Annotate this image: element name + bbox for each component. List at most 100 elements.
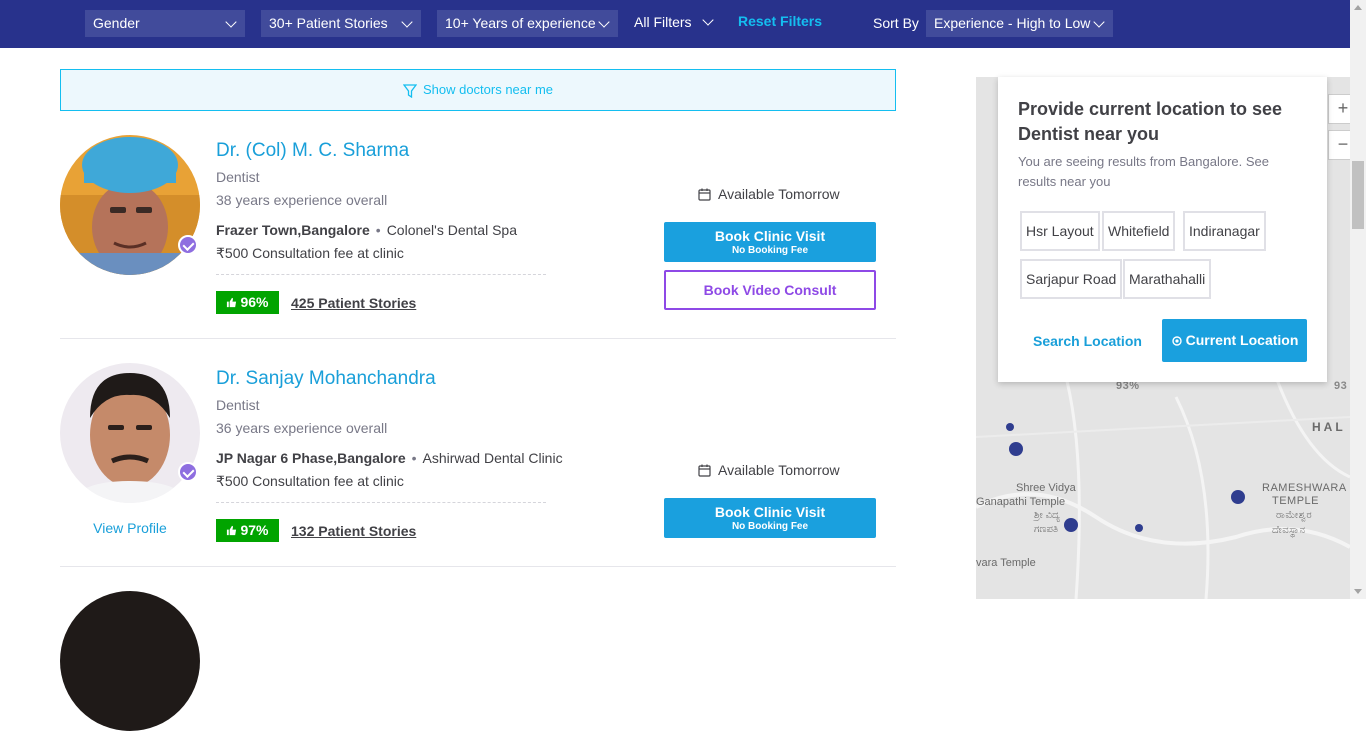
verified-badge-icon (178, 462, 198, 482)
doctor-photo[interactable] (60, 591, 200, 731)
availability: Available Tomorrow (698, 462, 840, 478)
map-place-label: ದೇವಸ್ಥಾನ (1272, 525, 1306, 536)
doctor-experience: 36 years experience overall (216, 420, 388, 436)
zoom-in-button[interactable]: + (1328, 94, 1350, 124)
patient-stories-filter-label: 30+ Patient Stories (269, 15, 388, 31)
rating-value: 97% (240, 522, 269, 538)
all-filters-button[interactable]: All Filters (634, 10, 714, 37)
map-marker-icon[interactable] (1006, 423, 1014, 431)
scroll-up-icon[interactable] (1354, 5, 1362, 10)
book-clinic-visit-button[interactable]: Book Clinic Visit No Booking Fee (664, 498, 876, 538)
map-place-label: Ganapathi Temple (976, 496, 1066, 508)
book-clinic-visit-label: Book Clinic Visit (714, 504, 826, 520)
location-popup-subtitle: You are seeing results from Bangalore. S… (1018, 154, 1270, 189)
map-place-label: vara Temple (976, 557, 1036, 569)
divider (216, 502, 546, 503)
show-doctors-near-me-button[interactable]: Show doctors near me (60, 69, 896, 111)
scroll-down-icon[interactable] (1354, 589, 1362, 594)
current-location-button[interactable]: Current Location (1162, 319, 1307, 362)
map-marker-icon[interactable] (1009, 442, 1023, 456)
patient-stories-link[interactable]: 425 Patient Stories (291, 295, 416, 311)
doctor-card: Dr. (Col) M. C. Sharma Dentist 38 years … (60, 120, 896, 339)
map-area-label: HAL (1312, 420, 1346, 434)
experience-filter-label: 10+ Years of experience (445, 15, 596, 31)
all-filters-label: All Filters (634, 14, 692, 30)
map-place-label: ರಾಮೇಶ್ವರ (1276, 510, 1313, 521)
rating-badge: 96% (216, 291, 279, 314)
filter-icon (402, 83, 418, 98)
rating-badge: 97% (216, 519, 279, 542)
chevron-down-icon (1093, 16, 1105, 28)
patient-stories-filter[interactable]: 30+ Patient Stories (261, 10, 421, 37)
map-marker-icon[interactable] (1064, 518, 1078, 532)
reset-filters-link[interactable]: Reset Filters (738, 13, 822, 29)
zoom-out-button[interactable]: − (1328, 130, 1350, 160)
filter-bar: Gender 30+ Patient Stories 10+ Years of … (0, 0, 1350, 48)
chevron-down-icon (702, 14, 714, 26)
doctor-location: Frazer Town,Bangalore • Colonel's Dental S… (216, 222, 517, 238)
location-chip-sarjapur-road[interactable]: Sarjapur Road (1020, 259, 1123, 299)
doctor-locality[interactable]: JP Nagar 6 Phase,Bangalore (216, 450, 406, 466)
location-chip-marathahalli[interactable]: Marathahalli (1123, 259, 1212, 299)
near-me-label: Show doctors near me (422, 82, 554, 97)
availability-text: Available Tomorrow (718, 186, 840, 202)
search-location-link[interactable]: Search Location (1033, 333, 1142, 349)
divider (216, 274, 546, 275)
thumbs-up-icon (227, 297, 237, 308)
availability: Available Tomorrow (698, 186, 840, 202)
location-chip-indiranagar[interactable]: Indiranagar (1183, 211, 1266, 251)
doctor-experience: 38 years experience overall (216, 192, 388, 208)
patient-stories-link[interactable]: 132 Patient Stories (291, 523, 416, 539)
map-place-label: ಗಣಪತಿ (1034, 524, 1059, 535)
gender-filter-label: Gender (93, 15, 140, 31)
book-clinic-visit-label: Book Clinic Visit (714, 228, 826, 244)
no-booking-fee-label: No Booking Fee (731, 245, 809, 256)
doctor-clinic[interactable]: Colonel's Dental Spa (387, 222, 517, 238)
consultation-fee: ₹500 Consultation fee at clinic (216, 245, 404, 261)
doctor-specialty: Dentist (216, 397, 260, 413)
location-popup: Provide current location to see Dentist … (998, 77, 1327, 382)
current-location-label: Current Location (1185, 332, 1299, 348)
book-video-consult-button[interactable]: Book Video Consult (664, 270, 876, 310)
availability-text: Available Tomorrow (718, 462, 840, 478)
experience-filter[interactable]: 10+ Years of experience (437, 10, 618, 37)
map-place-label: ಶ್ರೀ ವಿದ್ಯ (1034, 510, 1060, 521)
chevron-down-icon (225, 16, 237, 28)
map-place-label: TEMPLE (1272, 495, 1320, 507)
location-chip-whitefield[interactable]: Whitefield (1102, 211, 1176, 251)
sort-select[interactable]: Experience - High to Low (926, 10, 1113, 37)
locate-icon (1171, 336, 1182, 346)
thumbs-up-icon (227, 525, 237, 536)
map-marker-rating: 93 (1334, 380, 1348, 392)
verified-badge-icon (178, 235, 198, 255)
map-place-label: Shree Vidya (1016, 482, 1076, 494)
doctor-name-link[interactable]: Dr. (Col) M. C. Sharma (216, 140, 409, 162)
consultation-fee: ₹500 Consultation fee at clinic (216, 473, 404, 489)
chevron-down-icon (598, 16, 610, 28)
doctor-location: JP Nagar 6 Phase,Bangalore • Ashirwad Dent… (216, 450, 563, 466)
scrollbar[interactable] (1350, 0, 1366, 599)
chevron-down-icon (401, 16, 413, 28)
sort-value: Experience - High to Low (934, 15, 1091, 31)
doctor-photo[interactable] (60, 363, 200, 503)
calendar-icon (698, 464, 711, 477)
doctor-card: View Profile Dr. Sanjay Mohanchandra Den… (60, 339, 896, 567)
book-clinic-visit-button[interactable]: Book Clinic Visit No Booking Fee (664, 222, 876, 262)
no-booking-fee-label: No Booking Fee (731, 521, 809, 532)
doctor-clinic[interactable]: Ashirwad Dental Clinic (423, 450, 563, 466)
sort-by-label: Sort By (873, 15, 919, 31)
scrollbar-thumb[interactable] (1352, 161, 1364, 229)
doctor-locality[interactable]: Frazer Town,Bangalore (216, 222, 370, 238)
doctor-photo[interactable] (60, 135, 200, 275)
calendar-icon (698, 188, 711, 201)
doctor-specialty: Dentist (216, 169, 260, 185)
view-profile-link[interactable]: View Profile (60, 520, 200, 536)
map-place-label: RAMESHWARA (1262, 482, 1347, 494)
map-marker-icon[interactable] (1135, 524, 1143, 532)
gender-filter[interactable]: Gender (85, 10, 245, 37)
location-chip-hsr-layout[interactable]: Hsr Layout (1020, 211, 1100, 251)
rating-value: 96% (240, 294, 269, 310)
map-marker-icon[interactable] (1231, 490, 1245, 504)
location-popup-title: Provide current location to see Dentist … (1018, 99, 1283, 144)
doctor-name-link[interactable]: Dr. Sanjay Mohanchandra (216, 368, 436, 390)
